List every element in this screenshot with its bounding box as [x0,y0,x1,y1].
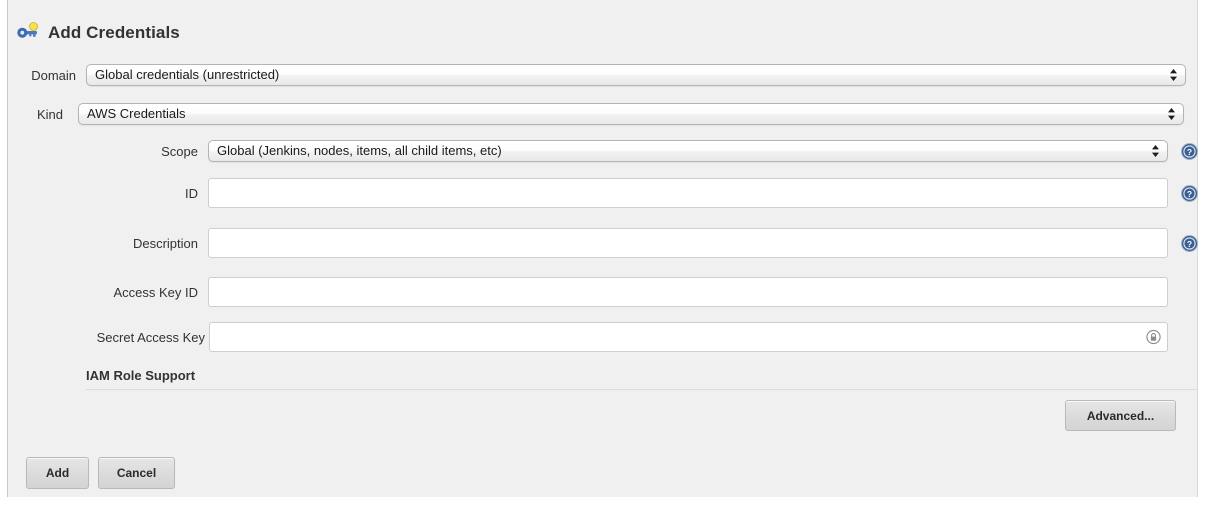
chevron-updown-icon [1169,68,1178,82]
access-key-id-label: Access Key ID [113,284,198,300]
description-input[interactable] [208,228,1168,258]
domain-label: Domain [31,67,76,83]
svg-text:?: ? [1187,239,1192,249]
scope-select-value: Global (Jenkins, nodes, items, all child… [217,143,502,158]
domain-select[interactable]: Global credentials (unrestricted) [86,64,1186,86]
access-key-id-input[interactable] [208,277,1168,307]
key-icon [16,21,40,45]
domain-select-value: Global credentials (unrestricted) [95,67,280,82]
kind-row: Kind AWS Credentials [8,103,1199,125]
section-divider [86,389,1198,390]
id-help-icon[interactable]: ? [1181,184,1198,202]
kind-select[interactable]: AWS Credentials [78,103,1184,125]
secret-access-key-wrapper [209,322,1168,352]
scope-label: Scope [161,143,198,159]
credentials-page: Add Credentials Domain Global credential… [0,0,1213,510]
access-key-id-row: Access Key ID [86,277,1168,307]
add-credentials-panel: Add Credentials Domain Global credential… [7,0,1198,497]
id-label: ID [185,185,198,201]
kind-select-value: AWS Credentials [87,106,186,121]
page-title: Add Credentials [16,21,180,45]
chevron-updown-icon [1167,107,1176,121]
advanced-button[interactable]: Advanced... [1065,400,1176,431]
chevron-updown-icon [1151,144,1160,158]
iam-role-support-section: IAM Role Support [86,368,1199,390]
cancel-button[interactable]: Cancel [98,457,175,489]
domain-row: Domain Global credentials (unrestricted) [8,64,1199,86]
secret-access-key-input[interactable] [209,322,1168,352]
svg-text:?: ? [1187,147,1192,157]
secret-access-key-label: Secret Access Key [96,329,205,345]
id-input[interactable] [208,178,1168,208]
add-button[interactable]: Add [26,457,89,489]
id-row: ID ? [86,178,1198,208]
page-title-text: Add Credentials [48,23,180,42]
iam-role-support-title: IAM Role Support [86,368,196,383]
scope-select[interactable]: Global (Jenkins, nodes, items, all child… [208,140,1168,162]
scope-row: Scope Global (Jenkins, nodes, items, all… [86,140,1198,162]
secret-access-key-row: Secret Access Key [86,322,1168,352]
description-label: Description [132,235,198,251]
kind-label: Kind [36,106,63,122]
scope-help-icon[interactable]: ? [1181,142,1198,160]
description-row: Description ? [86,228,1198,258]
description-help-icon[interactable]: ? [1181,234,1198,252]
svg-text:?: ? [1187,189,1192,199]
